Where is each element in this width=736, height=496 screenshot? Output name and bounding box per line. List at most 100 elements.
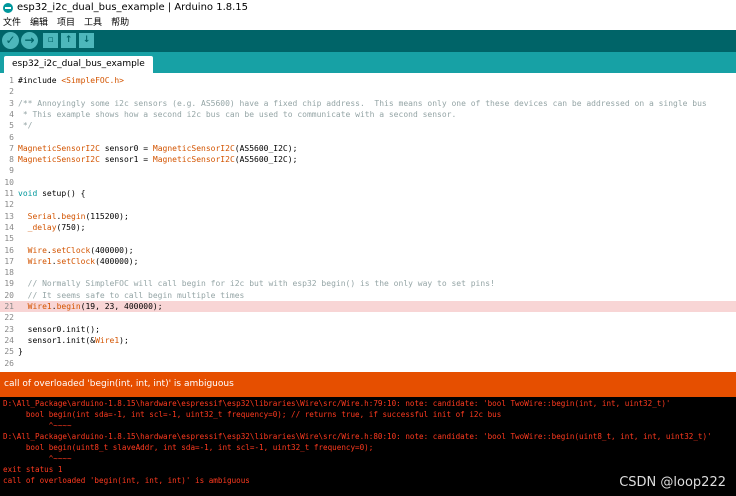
- error-message: call of overloaded 'begin(int, int, int)…: [4, 379, 234, 389]
- code-line[interactable]: 18: [0, 267, 736, 278]
- line-number: 4: [9, 109, 14, 119]
- code-line[interactable]: 20 // It seems safe to call begin multip…: [0, 290, 736, 301]
- code-line[interactable]: 7 MagneticSensorI2C sensor0 = MagneticSen…: [0, 143, 736, 154]
- line-number: 3: [9, 98, 14, 108]
- line-number: 9: [9, 166, 14, 176]
- code-text: #include <SimpleFOC.h>: [18, 76, 124, 85]
- menu-help[interactable]: 帮助: [111, 18, 129, 28]
- window-title: esp32_i2c_dual_bus_example | Arduino 1.8…: [17, 2, 249, 13]
- watermark: CSDN @loop222: [619, 475, 726, 490]
- code-editor[interactable]: 1 #include <SimpleFOC.h> 2 3 /** Annoyingly …: [0, 73, 736, 369]
- open-button[interactable]: ↑: [61, 33, 76, 48]
- code-text: Wire1.begin(19, 23, 400000);: [27, 302, 163, 311]
- line-number: 23: [4, 324, 14, 334]
- tab-sketch[interactable]: esp32_i2c_dual_bus_example: [4, 56, 153, 73]
- code-text: */: [18, 121, 33, 131]
- code-text: * This example shows how a second i2c bu…: [18, 109, 457, 119]
- line-number: 26: [4, 358, 14, 368]
- toolbar: ✓ → ▫ ↑ ↓: [0, 30, 736, 52]
- line-number: 1: [9, 76, 14, 85]
- code-text: sensor0.init();: [18, 324, 100, 334]
- upload-button[interactable]: →: [21, 32, 38, 49]
- line-number: 11: [4, 189, 14, 198]
- line-number: 18: [4, 268, 14, 278]
- arrow-down-icon: ↓: [82, 35, 91, 45]
- console-line: D:\All_Package\arduino-1.8.15\hardware\e…: [3, 399, 671, 408]
- line-number: 5: [9, 121, 14, 131]
- code-text: void setup() {: [18, 189, 86, 198]
- code-line[interactable]: 10: [0, 177, 736, 188]
- console-line: ^~~~~: [3, 454, 72, 463]
- menu-sketch[interactable]: 项目: [57, 18, 75, 28]
- verify-button[interactable]: ✓: [2, 32, 19, 49]
- code-text: sensor1.init(&Wire1);: [18, 335, 129, 345]
- code-line[interactable]: 1 #include <SimpleFOC.h>: [0, 75, 736, 86]
- arrow-up-icon: ↑: [64, 35, 73, 45]
- code-line[interactable]: 8 MagneticSensorI2C sensor1 = MagneticSen…: [0, 154, 736, 165]
- line-number: 16: [4, 245, 14, 255]
- code-text: Wire1.setClock(400000);: [27, 256, 139, 266]
- error-status-bar: call of overloaded 'begin(int, int, int)…: [0, 372, 736, 397]
- line-number: 13: [4, 211, 14, 221]
- line-number: 6: [9, 132, 14, 142]
- code-line[interactable]: 12: [0, 199, 736, 210]
- line-number: 7: [9, 143, 14, 153]
- new-button[interactable]: ▫: [43, 33, 58, 48]
- code-text: MagneticSensorI2C sensor1 = MagneticSens…: [18, 155, 298, 165]
- code-text: Wire.setClock(400000);: [27, 245, 134, 255]
- code-line[interactable]: 17 Wire1.setClock(400000);: [0, 256, 736, 267]
- code-text: // It seems safe to call begin multiple …: [18, 290, 245, 300]
- line-number: 24: [4, 335, 14, 345]
- console-line: ^~~~~: [3, 421, 72, 430]
- line-number: 25: [4, 347, 14, 357]
- check-icon: ✓: [5, 33, 16, 47]
- code-line[interactable]: 15: [0, 233, 736, 244]
- code-line[interactable]: 13 Serial.begin(115200);: [0, 211, 736, 222]
- menu-file[interactable]: 文件: [3, 18, 21, 28]
- menu-tools[interactable]: 工具: [84, 18, 102, 28]
- line-number: 12: [4, 200, 14, 210]
- code-line[interactable]: 5 */: [0, 120, 736, 131]
- code-line[interactable]: 25}: [0, 346, 736, 357]
- line-number: 14: [4, 222, 14, 232]
- line-number: 8: [9, 155, 14, 165]
- new-file-icon: ▫: [47, 35, 54, 45]
- console-line: D:\All_Package\arduino-1.8.15\hardware\e…: [3, 432, 712, 441]
- console-line: bool begin(uint8_t slaveAddr, int sda=-1…: [3, 443, 374, 452]
- code-line[interactable]: 2: [0, 86, 736, 97]
- code-line[interactable]: 4 * This example shows how a second i2c …: [0, 109, 736, 120]
- code-line[interactable]: 9: [0, 165, 736, 176]
- menu-bar: 文件 编辑 项目 工具 帮助: [0, 16, 736, 30]
- code-text: Serial.begin(115200);: [27, 211, 129, 221]
- line-number: 15: [4, 234, 14, 244]
- console-line: bool begin(int sda=-1, int scl=-1, uint3…: [3, 410, 502, 419]
- code-line[interactable]: 21 Wire1.begin(19, 23, 400000);: [0, 301, 736, 313]
- line-number: 10: [4, 177, 14, 187]
- code-line[interactable]: 24 sensor1.init(&Wire1);: [0, 335, 736, 346]
- code-text: MagneticSensorI2C sensor0 = MagneticSens…: [18, 143, 298, 153]
- menu-edit[interactable]: 编辑: [30, 18, 48, 28]
- line-number: 20: [4, 290, 14, 300]
- code-text: }: [18, 347, 23, 357]
- console-line: exit status 1: [3, 465, 63, 474]
- line-number: 17: [4, 256, 14, 266]
- code-line[interactable]: 23 sensor0.init();: [0, 324, 736, 335]
- code-line[interactable]: 19 // Normally SimpleFOC will call begin…: [0, 278, 736, 289]
- code-line[interactable]: 3 /** Annoyingly some i2c sensors (e.g. A…: [0, 98, 736, 109]
- code-line[interactable]: 11 void setup() {: [0, 188, 736, 199]
- code-line[interactable]: 14 _delay(750);: [0, 222, 736, 233]
- arrow-right-icon: →: [24, 33, 35, 47]
- save-button[interactable]: ↓: [79, 33, 94, 48]
- line-number: 2: [9, 87, 14, 97]
- line-number: 21: [4, 302, 14, 311]
- code-text: /** Annoyingly some i2c sensors (e.g. AS…: [18, 98, 707, 108]
- code-line[interactable]: 22: [0, 312, 736, 323]
- line-number: 19: [4, 279, 14, 289]
- code-text: // Normally SimpleFOC will call begin fo…: [18, 279, 495, 289]
- code-line[interactable]: 6: [0, 132, 736, 143]
- code-text: _delay(750);: [27, 222, 86, 232]
- title-bar: esp32_i2c_dual_bus_example | Arduino 1.8…: [0, 0, 736, 16]
- code-line[interactable]: 16 Wire.setClock(400000);: [0, 245, 736, 256]
- code-line[interactable]: 26: [0, 358, 736, 369]
- tab-strip: esp32_i2c_dual_bus_example: [0, 52, 736, 73]
